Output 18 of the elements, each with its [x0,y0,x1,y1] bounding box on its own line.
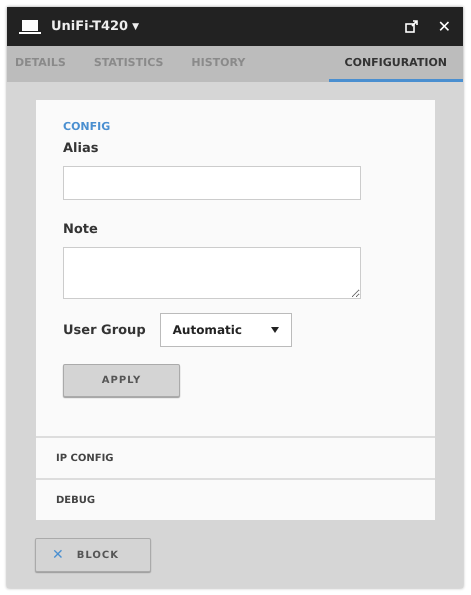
collapsible-section[interactable]: DEBUG [36,478,435,520]
popout-icon[interactable] [404,20,418,33]
note-field[interactable] [63,247,361,299]
field-label: Note [63,222,99,237]
user-group-dropdown[interactable]: Automatic [160,313,292,347]
apply-button[interactable]: APPLY [63,364,180,397]
close-button[interactable]: ✕ [438,17,451,36]
section-heading: CONFIG [63,120,112,133]
collapsible-section[interactable]: IP CONFIG [36,436,435,478]
caret-icon [270,327,279,333]
tab[interactable]: CONFIGURATION [328,46,463,82]
alias-field[interactable] [63,166,361,200]
field-label: Alias [63,141,100,156]
caret-icon[interactable]: ▼ [132,22,140,32]
block-button[interactable]: ✕ BLOCK [35,538,151,572]
window-title: UniFi-T420 [51,19,128,34]
laptop-icon [19,18,41,34]
field-label: User Group [63,322,146,338]
